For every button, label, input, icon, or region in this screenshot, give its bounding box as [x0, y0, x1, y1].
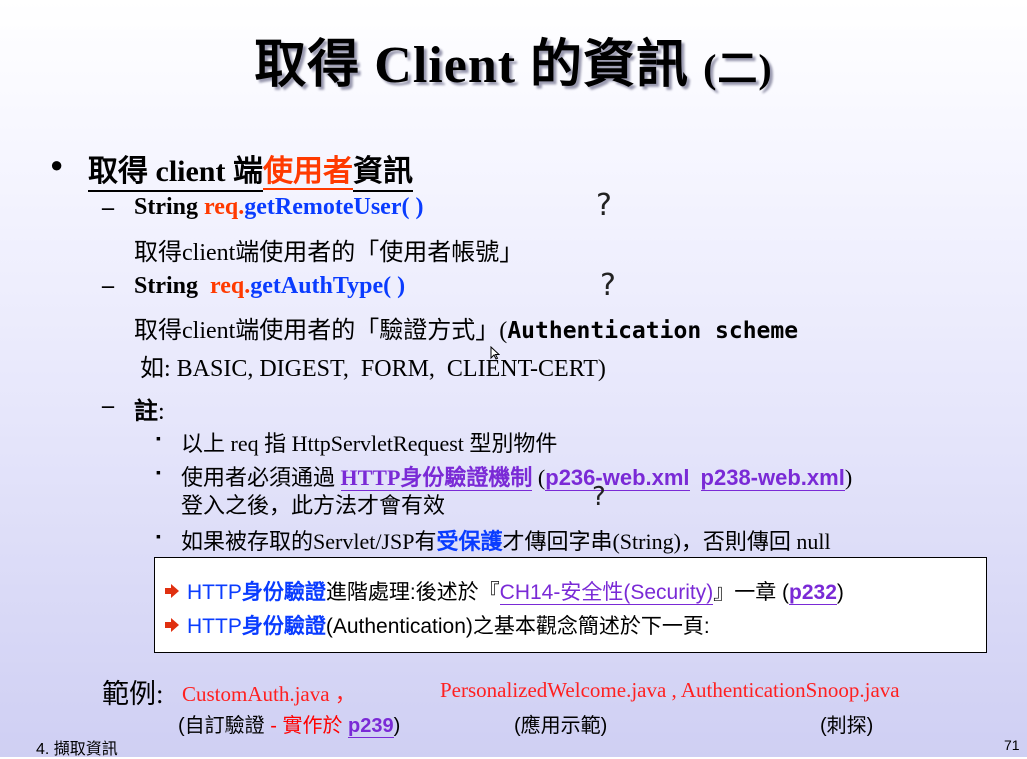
note1-text2: 』一章 (	[713, 581, 790, 604]
item1-return-type: String	[134, 194, 205, 220]
examples-label: 範例:	[102, 679, 164, 709]
note1-text: 進階處理:後述於『	[325, 581, 500, 604]
level1-heading: 取得 client 端使用者資訊	[88, 146, 413, 192]
sub2-open: (	[532, 465, 546, 490]
item1-object: req.	[204, 194, 245, 220]
item3-label: 註:	[134, 391, 165, 426]
slide-title-main: 取得 Client 的資訊	[254, 37, 690, 94]
item2-method: getAuthType( )	[250, 273, 406, 299]
footer-chapter: 4. 擷取資訊	[36, 741, 118, 758]
note1-close: )	[836, 581, 844, 604]
sub2-bullet-icon: ▪	[156, 466, 161, 481]
question-mark-annotation-3: ?	[592, 482, 606, 512]
caption1-red: - 實作於	[264, 715, 349, 737]
p232-link[interactable]: p232	[789, 581, 837, 605]
level1-heading-prefix: 取得 client 端	[88, 155, 263, 192]
item2-description: 取得client端使用者的「驗證方式」(Authentication schem…	[134, 310, 798, 345]
note-line-2: HTTP身份驗證(Authentication)之基本觀念簡述於下一頁:	[165, 610, 710, 640]
slide-title: 取得 Client 的資訊 (二)	[0, 22, 1027, 97]
item2-object: req.	[210, 273, 251, 299]
note1-http: HTTP	[187, 581, 242, 604]
item2-example: 如: BASIC, DIGEST, FORM, CLIENT-CERT)	[140, 356, 606, 382]
sub3-text: 如果被存取的Servlet/JSP有受保護才傳回字串(String)，否則傳回 …	[181, 524, 831, 556]
sub3-highlight: 受保護	[436, 529, 503, 554]
p238-web-xml-link[interactable]: p238-web.xml	[700, 465, 845, 491]
sub1-text: 以上 req 指 HttpServletRequest 型別物件	[181, 431, 558, 456]
slide-title-paren: (二)	[703, 46, 773, 91]
sub1-bullet-icon: ▪	[156, 432, 161, 447]
question-mark-annotation-2: ?	[600, 268, 616, 303]
item3-label-colon: :	[158, 399, 165, 425]
item2-dash: –	[102, 273, 114, 299]
p236-web-xml-link[interactable]: p236-web.xml	[545, 465, 690, 491]
note-line-1: HTTP身份驗證進階處理:後述於『CH14-安全性(Security)』一章 (…	[165, 576, 844, 606]
caption-snoop: (刺探)	[820, 715, 874, 737]
p239-link[interactable]: p239	[348, 715, 394, 738]
question-mark-annotation-1: ?	[596, 188, 612, 223]
level1-heading-suffix: 資訊	[352, 155, 413, 192]
item1-method: getRemoteUser( )	[244, 194, 424, 220]
item2-return-type: String	[134, 273, 211, 299]
sub3-bullet-icon: ▪	[156, 530, 161, 545]
item1-description: 取得client端使用者的「使用者帳號」	[134, 240, 524, 266]
arrow-right-icon	[165, 618, 179, 632]
caption-application-demo: (應用示範)	[514, 715, 608, 737]
level1-heading-highlight: 使用者	[262, 155, 353, 190]
note-box: HTTP身份驗證進階處理:後述於『CH14-安全性(Security)』一章 (…	[154, 557, 987, 653]
note2-text: (Authentication)之基本觀念簡述於下一頁:	[325, 615, 710, 638]
item2-description-prefix: 取得client端使用者的「驗證方式」(	[134, 318, 508, 344]
sub2-close: )	[844, 465, 853, 490]
item2-description-scheme: Authentication scheme	[507, 318, 799, 344]
sub2-line2: 登入之後，此方法才會有效	[181, 493, 446, 518]
caption1-open: (自訂驗證	[178, 715, 265, 737]
example-file-customauth[interactable]: CustomAuth.java ，	[182, 678, 356, 708]
mouse-cursor-icon	[490, 346, 500, 360]
note2-http: HTTP	[187, 615, 242, 638]
item1-dash: –	[102, 195, 114, 221]
item2-signature: String req.getAuthType( )	[134, 273, 405, 300]
arrow-right-icon	[165, 584, 179, 598]
example-files-personalized-snoop[interactable]: PersonalizedWelcome.java , Authenticatio…	[440, 678, 900, 703]
caption1-close: )	[393, 715, 401, 737]
sub3-prefix: 如果被存取的Servlet/JSP有	[181, 529, 437, 554]
item3-label-text: 註	[134, 399, 158, 425]
level1-bullet-icon: ●	[50, 152, 64, 177]
note1-auth: 身份驗證	[241, 581, 326, 604]
item3-dash: –	[102, 393, 114, 419]
note2-auth: 身份驗證	[241, 615, 326, 638]
sub3-suffix: 才傳回字串(String)，否則傳回 null	[502, 529, 831, 554]
ch14-security-link[interactable]: CH14-安全性(Security)	[499, 581, 714, 605]
sub2-prefix: 使用者必須通過	[181, 465, 341, 490]
caption-custom-auth: (自訂驗證 - 實作於 p239)	[178, 709, 400, 738]
footer-page-number: 71	[1004, 737, 1020, 753]
item1-signature: String req.getRemoteUser( )	[134, 194, 423, 221]
